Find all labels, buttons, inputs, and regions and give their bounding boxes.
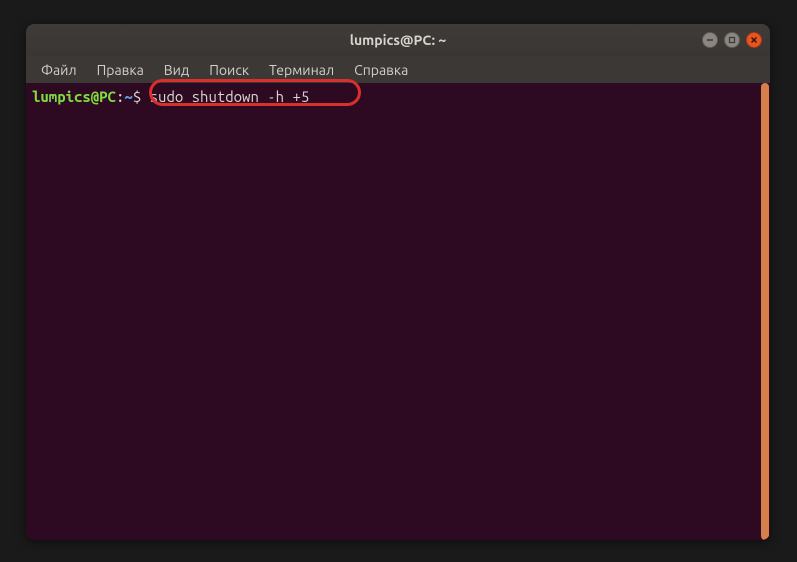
terminal-window: lumpics@PC: ~ Файл Правка Вид Поиск Терм… bbox=[26, 24, 770, 540]
prompt-path: ~ bbox=[124, 87, 132, 107]
close-button[interactable] bbox=[746, 32, 762, 48]
minimize-button[interactable] bbox=[702, 32, 718, 48]
scrollbar-thumb[interactable] bbox=[761, 83, 769, 540]
titlebar: lumpics@PC: ~ bbox=[26, 24, 770, 56]
prompt-line: lumpics@PC:~$ sudo shutdown -h +5 bbox=[32, 87, 764, 107]
menubar: Файл Правка Вид Поиск Терминал Справка bbox=[26, 56, 770, 83]
scrollbar[interactable] bbox=[760, 83, 770, 540]
window-controls bbox=[702, 32, 762, 48]
close-icon bbox=[750, 36, 758, 44]
command-text: sudo shutdown -h +5 bbox=[150, 87, 310, 107]
menu-file[interactable]: Файл bbox=[32, 59, 86, 81]
prompt-dollar: $ bbox=[133, 87, 150, 107]
menu-help[interactable]: Справка bbox=[345, 59, 417, 81]
menu-terminal[interactable]: Терминал bbox=[260, 59, 343, 81]
prompt-separator: : bbox=[116, 87, 124, 107]
prompt-user: lumpics@PC bbox=[32, 87, 116, 107]
menu-view[interactable]: Вид bbox=[155, 59, 198, 81]
menu-search[interactable]: Поиск bbox=[200, 59, 258, 81]
terminal-body[interactable]: lumpics@PC:~$ sudo shutdown -h +5 bbox=[26, 83, 770, 540]
maximize-button[interactable] bbox=[724, 32, 740, 48]
menu-edit[interactable]: Правка bbox=[88, 59, 153, 81]
maximize-icon bbox=[728, 36, 736, 44]
minimize-icon bbox=[706, 36, 714, 44]
window-title: lumpics@PC: ~ bbox=[350, 32, 447, 48]
